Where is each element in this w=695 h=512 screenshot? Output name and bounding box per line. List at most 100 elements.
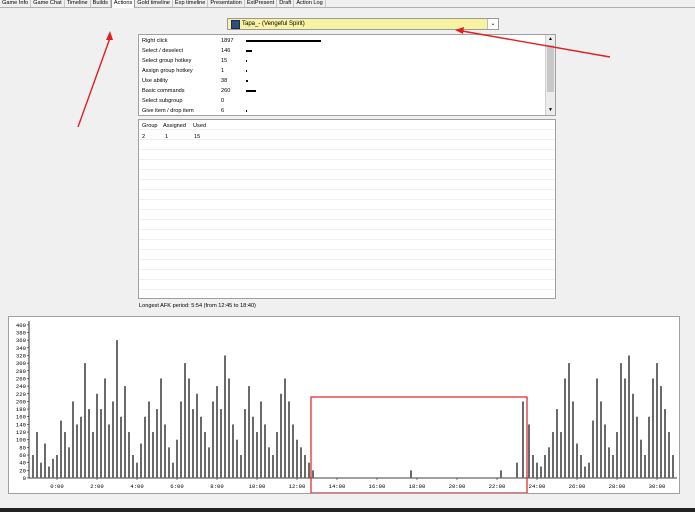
group-table[interactable]: Group Assigned Used 2 1 15 <box>138 119 556 299</box>
action-count: 6 <box>221 108 225 114</box>
x-tick-label: 12:00 <box>289 483 306 490</box>
tab-presentation[interactable]: Presentation <box>208 0 245 7</box>
chart-bar <box>564 378 566 478</box>
y-tick-label: 120 <box>16 429 27 436</box>
list-item[interactable]: Give item / drop item 6 <box>142 106 247 116</box>
list-item[interactable]: Assign group hotkey 1 <box>142 66 247 76</box>
chart-bar <box>528 424 530 478</box>
chart-bar <box>176 439 178 478</box>
chart-bar <box>192 409 194 478</box>
chart-bar <box>672 455 674 478</box>
player-select[interactable]: Tapa_- (Vengeful Spirit) ⌄ <box>227 18 499 30</box>
action-bar <box>246 40 321 42</box>
list-item[interactable]: Use ability 38 <box>142 76 248 86</box>
actions-list[interactable]: Right click 1897 Select / deselect 146 Selec… <box>138 34 556 116</box>
tab-actions[interactable]: Actions <box>110 0 136 8</box>
list-item[interactable]: Basic commands 260 <box>142 86 257 96</box>
chart-bar <box>92 432 94 478</box>
chart-bar <box>620 363 622 478</box>
action-bar <box>246 50 252 52</box>
tab-extpresent[interactable]: ExtPresent <box>245 0 278 7</box>
chart-bar <box>300 447 302 478</box>
chart-bar <box>592 420 594 478</box>
chart-bar <box>640 439 642 478</box>
y-tick-label: 320 <box>16 352 27 359</box>
chevron-down-icon[interactable]: ⌄ <box>487 19 498 29</box>
tab-draft[interactable]: Draft <box>277 0 295 7</box>
chart-bar <box>644 455 646 478</box>
chart-bar <box>588 462 590 478</box>
list-item[interactable]: Select subgroup 0 <box>142 96 246 106</box>
chart-bar <box>604 424 606 478</box>
tab-builds[interactable]: Builds <box>91 0 111 7</box>
chart-bar <box>224 355 226 478</box>
chart-bar <box>240 455 242 478</box>
action-name: Select subgroup <box>142 98 183 104</box>
x-tick-label: 16:00 <box>369 483 386 490</box>
y-tick-label: 180 <box>16 406 27 413</box>
chart-bar <box>544 455 546 478</box>
chart-bar <box>164 424 166 478</box>
tab-game-info[interactable]: Game Info <box>0 0 32 7</box>
chart-bar <box>172 462 174 478</box>
y-tick-label: 80 <box>19 444 26 451</box>
column-header-used[interactable]: Used <box>193 123 206 129</box>
tab-exp-timeline[interactable]: Exp timeline <box>173 0 209 7</box>
y-tick-label: 400 <box>16 322 27 329</box>
action-bar <box>246 70 247 72</box>
x-tick-label: 18:00 <box>409 483 426 490</box>
chart-bar <box>660 386 662 478</box>
chart-bar <box>76 424 78 478</box>
chart-bar <box>120 416 122 478</box>
chart-bar <box>572 401 574 478</box>
chart-bar <box>568 363 570 478</box>
chart-bar <box>52 458 54 478</box>
y-tick-label: 280 <box>16 368 27 375</box>
chart-bar <box>284 378 286 478</box>
list-item[interactable]: Select / deselect 146 <box>142 46 252 56</box>
chart-bar <box>636 416 638 478</box>
chart-bar <box>296 439 298 478</box>
chart-bar <box>84 363 86 478</box>
chart-bar <box>548 447 550 478</box>
chart-bar <box>116 340 118 478</box>
y-tick-label: 140 <box>16 421 27 428</box>
table-cell-used: 15 <box>194 134 201 140</box>
chart-bar <box>88 409 90 478</box>
chart-bar <box>48 466 50 478</box>
chart-bar <box>144 416 146 478</box>
scrollbar[interactable]: ▲ ▼ <box>545 35 555 115</box>
list-item[interactable]: Right click 1897 <box>142 36 321 46</box>
chart-bar <box>64 432 66 478</box>
chart-bar <box>276 432 278 478</box>
action-count: 260 <box>221 88 231 94</box>
y-tick-label: 360 <box>16 337 27 344</box>
tab-gold-timeline[interactable]: Gold timeline <box>135 0 173 7</box>
chart-bar <box>36 432 38 478</box>
x-tick-label: 4:00 <box>130 483 144 490</box>
chart-bar <box>260 401 262 478</box>
chart-bar <box>252 416 254 478</box>
y-tick-label: 100 <box>16 437 27 444</box>
chart-bar <box>220 409 222 478</box>
chart-bar <box>124 386 126 478</box>
action-bar <box>246 60 247 62</box>
list-item[interactable]: Select group hotkey 15 <box>142 56 247 66</box>
chart-bar <box>540 466 542 478</box>
chart-bar <box>152 432 154 478</box>
scroll-up-icon[interactable]: ▲ <box>546 35 555 44</box>
column-header-assigned[interactable]: Assigned <box>163 123 186 129</box>
chart-bar <box>624 378 626 478</box>
scroll-down-icon[interactable]: ▼ <box>546 106 555 115</box>
annotation-arrow-left <box>77 37 111 128</box>
column-header-group[interactable]: Group <box>142 123 158 129</box>
scrollbar-thumb[interactable] <box>547 45 554 92</box>
chart-bar <box>628 355 630 478</box>
chart-bar <box>168 447 170 478</box>
tab-bar: Game Info Game Chat Timeline Builds Actions G… <box>0 0 695 8</box>
chart-bar <box>584 466 586 478</box>
tab-game-chat[interactable]: Game Chat <box>31 0 65 7</box>
y-tick-label: 260 <box>16 375 27 382</box>
tab-action-log[interactable]: Action Log <box>294 0 326 7</box>
tab-timeline[interactable]: Timeline <box>65 0 91 7</box>
